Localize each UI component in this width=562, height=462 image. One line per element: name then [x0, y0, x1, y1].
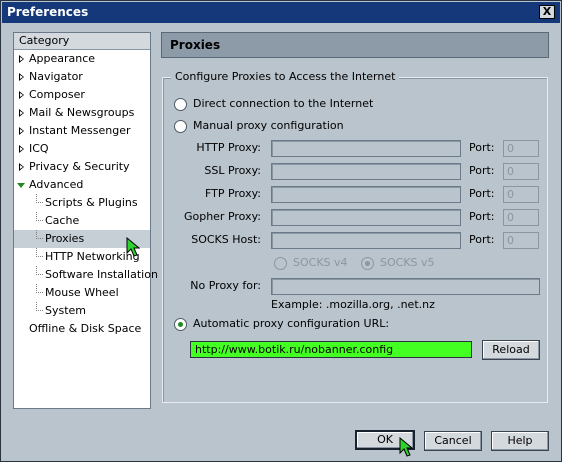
tree-connector — [36, 284, 43, 293]
http-port-input[interactable]: 0 — [503, 140, 539, 157]
gopher-port-label: Port: — [469, 210, 495, 223]
sidebar-item-label: Proxies — [45, 232, 85, 245]
help-button[interactable]: Help — [491, 431, 549, 451]
close-icon[interactable]: X — [539, 5, 555, 19]
sidebar-item-label: System — [45, 304, 87, 317]
ssl-port-label: Port: — [469, 164, 495, 177]
sidebar-item-instant-messenger[interactable]: Instant Messenger — [14, 122, 150, 140]
http-proxy-input[interactable] — [271, 140, 461, 157]
http-proxy-label: HTTP Proxy: — [196, 141, 261, 154]
chevron-right-icon[interactable] — [19, 109, 24, 117]
tree-connector — [36, 212, 43, 221]
radio-socks-v4[interactable] — [274, 257, 287, 270]
http-port-label: Port: — [469, 141, 495, 154]
tree-connector — [36, 230, 43, 239]
radio-direct-connection[interactable] — [174, 98, 187, 111]
ssl-proxy-label: SSL Proxy: — [204, 164, 261, 177]
socks-v5-label: SOCKS v5 — [380, 256, 435, 269]
sidebar-item-label: Instant Messenger — [29, 124, 131, 137]
sidebar-item-scripts-plugins[interactable]: Scripts & Plugins — [14, 194, 150, 212]
gopher-proxy-input[interactable] — [271, 209, 461, 226]
sidebar-item-mail-newsgroups[interactable]: Mail & Newsgroups — [14, 104, 150, 122]
sidebar-item-icq[interactable]: ICQ — [14, 140, 150, 158]
chevron-right-icon[interactable] — [19, 163, 24, 171]
page-title: Proxies — [161, 32, 549, 58]
sidebar-item-label: Scripts & Plugins — [45, 196, 138, 209]
sidebar-item-privacy-security[interactable]: Privacy & Security — [14, 158, 150, 176]
no-proxy-input[interactable] — [271, 278, 540, 295]
mouse-pointer-icon — [126, 237, 140, 257]
reload-button[interactable]: Reload — [482, 340, 540, 360]
sidebar-item-label: Mouse Wheel — [45, 286, 119, 299]
preferences-window: Preferences X Category Appearance Navigat… — [0, 0, 562, 462]
ftp-proxy-label: FTP Proxy: — [204, 187, 261, 200]
chevron-right-icon[interactable] — [19, 127, 24, 135]
no-proxy-example: Example: .mozilla.org, .net.nz — [271, 298, 435, 311]
tree-connector — [36, 248, 43, 257]
category-tree[interactable]: Category Appearance Navigator Composer Mail… — [13, 32, 158, 409]
socks-port-input[interactable]: 0 — [503, 232, 539, 249]
tree-connector — [36, 302, 43, 311]
sidebar-item-navigator[interactable]: Navigator — [14, 68, 150, 86]
socks-host-label: SOCKS Host: — [191, 233, 261, 246]
sidebar-item-composer[interactable]: Composer — [14, 86, 150, 104]
sidebar-item-label: Privacy & Security — [29, 160, 130, 173]
sidebar-item-mouse-wheel[interactable]: Mouse Wheel — [14, 284, 150, 302]
radio-direct-label[interactable]: Direct connection to the Internet — [193, 97, 373, 111]
sidebar-item-label: Composer — [29, 88, 85, 101]
radio-auto-proxy[interactable] — [174, 318, 187, 331]
sidebar-item-label: Offline & Disk Space — [29, 322, 142, 335]
chevron-right-icon[interactable] — [19, 145, 24, 153]
radio-socks-v5[interactable] — [361, 257, 374, 270]
sidebar-item-cache[interactable]: Cache — [14, 212, 150, 230]
ssl-proxy-input[interactable] — [271, 163, 461, 180]
chevron-down-icon[interactable] — [17, 183, 25, 188]
sidebar-item-system[interactable]: System — [14, 302, 150, 320]
radio-manual-label[interactable]: Manual proxy configuration — [193, 119, 344, 133]
ftp-proxy-input[interactable] — [271, 186, 461, 203]
socks-v4-label: SOCKS v4 — [293, 256, 348, 269]
ftp-port-input[interactable]: 0 — [503, 186, 539, 203]
sidebar-item-advanced[interactable]: Advanced — [14, 176, 150, 194]
sidebar-item-offline-disk-space[interactable]: Offline & Disk Space — [14, 320, 150, 338]
ftp-port-label: Port: — [469, 187, 495, 200]
sidebar-item-label: Navigator — [29, 70, 83, 83]
sidebar-item-label: Cache — [45, 214, 80, 227]
mouse-pointer-icon — [399, 437, 413, 457]
ssl-port-input[interactable]: 0 — [503, 163, 539, 180]
radio-manual-proxy[interactable] — [174, 120, 187, 133]
sidebar-item-label: Advanced — [29, 178, 84, 191]
no-proxy-label: No Proxy for: — [190, 279, 261, 292]
sidebar-item-appearance[interactable]: Appearance — [14, 50, 150, 68]
chevron-right-icon[interactable] — [19, 73, 24, 81]
sidebar-item-label: ICQ — [29, 142, 49, 155]
group-label: Configure Proxies to Access the Internet — [171, 70, 400, 84]
cancel-button[interactable]: Cancel — [424, 431, 482, 451]
category-list: Appearance Navigator Composer Mail & Newsgr… — [14, 50, 158, 338]
auto-proxy-url-input[interactable]: http://www.botik.ru/nobanner.config — [190, 341, 472, 358]
tree-connector — [36, 194, 43, 203]
title-bar[interactable]: Preferences X — [2, 2, 560, 23]
chevron-right-icon[interactable] — [19, 91, 24, 99]
category-header[interactable]: Category — [14, 33, 150, 50]
socks-host-input[interactable] — [271, 232, 461, 249]
chevron-right-icon[interactable] — [19, 55, 24, 63]
sidebar-item-label: Mail & Newsgroups — [29, 106, 135, 119]
socks-port-label: Port: — [469, 233, 495, 246]
sidebar-item-software-installation[interactable]: Software Installation — [14, 266, 158, 284]
gopher-port-input[interactable]: 0 — [503, 209, 539, 226]
tree-connector — [36, 266, 43, 275]
sidebar-item-label: Appearance — [29, 52, 96, 65]
radio-auto-label[interactable]: Automatic proxy configuration URL: — [193, 317, 389, 331]
window-title: Preferences — [7, 5, 89, 19]
sidebar-item-label: Software Installation — [45, 268, 158, 281]
gopher-proxy-label: Gopher Proxy: — [183, 210, 261, 223]
